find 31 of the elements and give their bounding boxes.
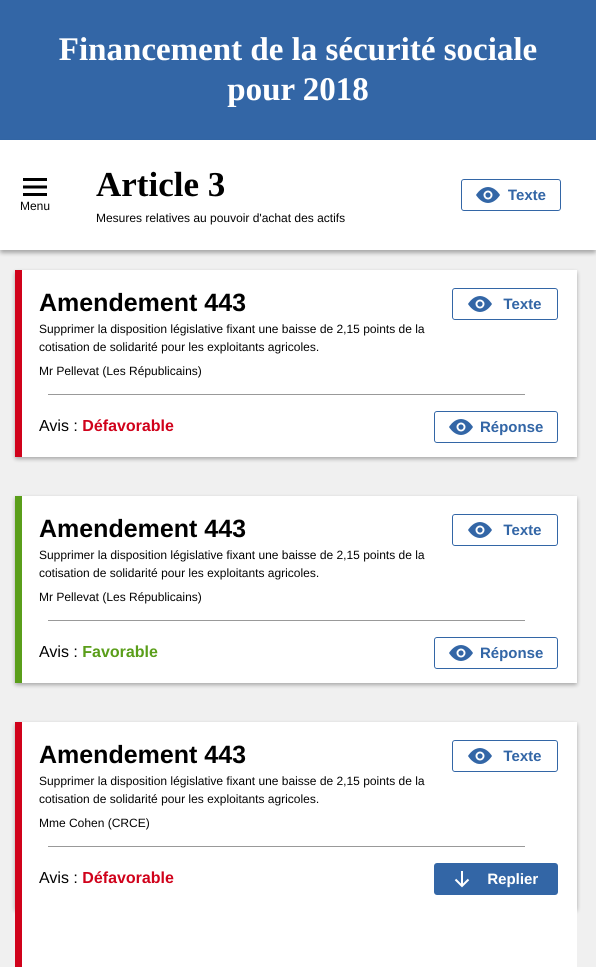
menu-button[interactable]: Menu — [0, 178, 70, 212]
text-button[interactable]: Texte — [461, 179, 561, 211]
verdict-text: Avis : Défavorable — [39, 418, 174, 436]
eye-icon — [468, 522, 492, 538]
text-button[interactable]: Texte — [452, 288, 558, 320]
amendment-title: Amendement 443 — [39, 740, 248, 770]
eye-icon — [468, 748, 492, 764]
amendment-title: Amendement 443 — [39, 514, 248, 544]
menu-icon — [23, 178, 47, 196]
amendment-author: Mr Pellevat (Les Républicains) — [39, 590, 203, 604]
eye-icon — [476, 187, 500, 203]
amendment-description: Supprimer la disposition législative fixant une baisse de 2,15 points de la cotisation de solidarité pour les exploitants agricoles. — [39, 773, 426, 808]
amendment-description: Supprimer la disposition législative fixant une baisse de 2,15 points de la cotisation de solidarité pour les exploitants agricoles. — [39, 547, 426, 582]
text-button[interactable]: Texte — [452, 514, 558, 546]
text-button[interactable]: Texte — [452, 740, 558, 772]
verdict-text: Avis : Défavorable — [39, 870, 174, 888]
amendment-title: Amendement 443 — [39, 288, 248, 318]
response-button[interactable]: Réponse — [434, 637, 558, 669]
page-title: Financement de la sécurité sociale pour 2018 — [58, 31, 538, 110]
amendment-author: Mme Cohen (CRCE) — [39, 816, 151, 830]
article-title: Article 3 — [96, 165, 226, 205]
verdict-text: Avis : Favorable — [39, 644, 158, 662]
eye-icon — [468, 296, 492, 312]
article-subtitle: Mesures relatives au pouvoir d'achat des actifs — [96, 211, 346, 225]
response-button[interactable]: Réponse — [434, 411, 558, 443]
collapse-button[interactable]: Replier — [434, 863, 558, 895]
amendment-author: Mr Pellevat (Les Républicains) — [39, 364, 203, 378]
eye-icon — [448, 645, 473, 661]
amendment-description: Supprimer la disposition législative fixant une baisse de 2,15 points de la cotisation de solidarité pour les exploitants agricoles. — [39, 321, 426, 356]
arrow-down-icon — [454, 870, 470, 888]
eye-icon — [448, 419, 473, 435]
